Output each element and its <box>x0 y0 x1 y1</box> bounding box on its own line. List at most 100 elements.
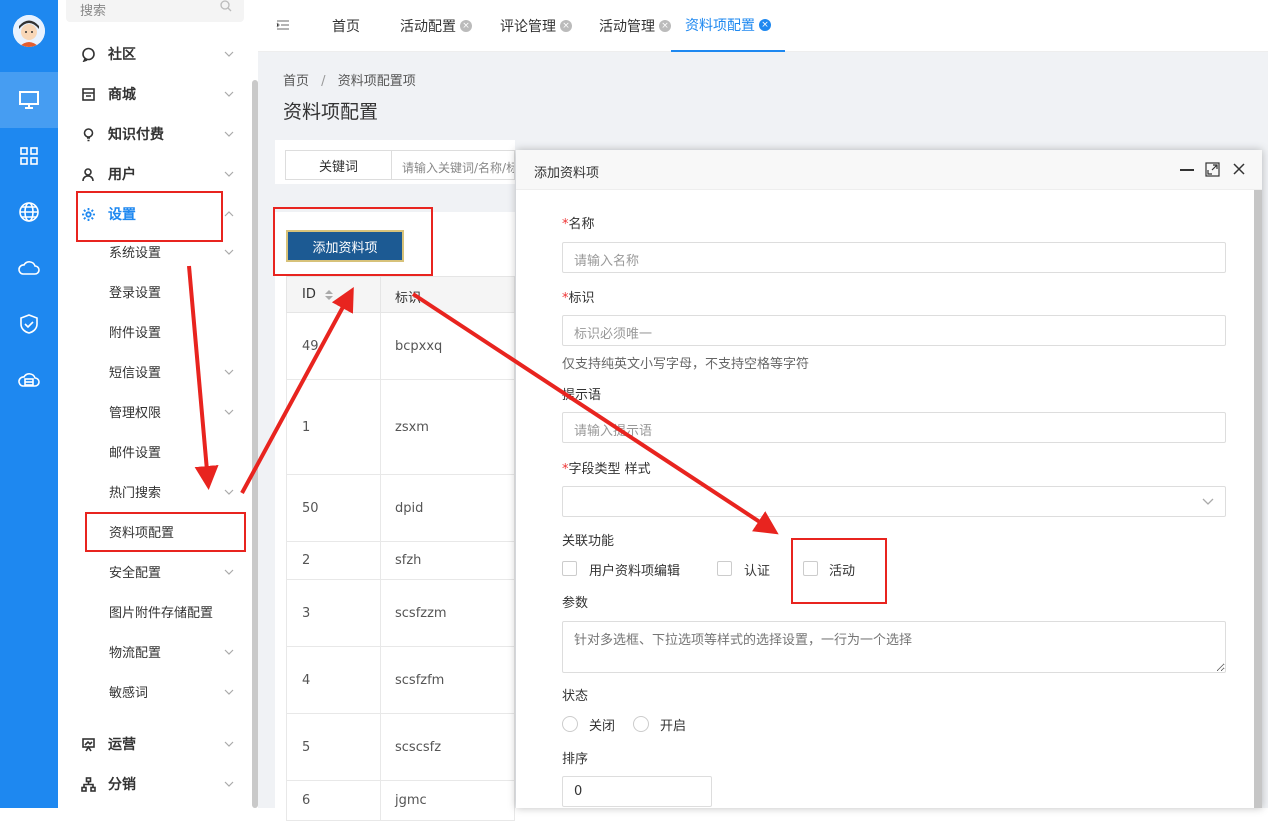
menu-search-input[interactable]: 搜索 <box>66 0 244 22</box>
key-input[interactable]: 标识必须唯一 <box>562 315 1226 346</box>
chevron-down-icon <box>1202 498 1214 505</box>
tab-2[interactable]: 评论管理 × <box>500 0 572 52</box>
close-icon[interactable] <box>1232 162 1246 176</box>
collapse-menu-icon[interactable] <box>276 18 290 36</box>
menu-item-3[interactable]: 用户 <box>58 154 248 194</box>
col-header-key: 标识 <box>395 291 422 306</box>
name-input[interactable]: 请输入名称 <box>562 242 1226 273</box>
name-label-text: 名称 <box>568 217 595 232</box>
menu-subitem-10[interactable]: 邮件设置 <box>58 431 248 471</box>
tab-0[interactable]: 首页 <box>332 0 360 52</box>
chat-icon <box>78 47 98 62</box>
cloud-icon[interactable] <box>0 240 58 296</box>
menu-subitem-label: 图片附件存储配置 <box>109 605 214 621</box>
chevron-down-icon <box>224 46 234 61</box>
breadcrumb-separator: / <box>321 74 326 89</box>
table-row[interactable]: 1 zsxm <box>286 380 515 475</box>
menu-subitem-label: 短信设置 <box>109 365 162 381</box>
assoc-option-auth: 认证 <box>744 564 771 579</box>
menu-item-label: 用户 <box>108 167 136 183</box>
menu-item-label: 商城 <box>108 87 136 103</box>
menu-item-17[interactable]: 运营 <box>58 724 248 764</box>
menu-subitem-label: 安全配置 <box>109 565 162 581</box>
type-label: *字段类型 样式 <box>562 458 651 477</box>
tab-close-icon[interactable]: × <box>560 20 572 32</box>
bulb-icon <box>78 127 98 142</box>
table-header: ID 标识 <box>286 276 515 313</box>
tab-4[interactable]: 资料项配置 × <box>671 0 785 52</box>
minimize-icon[interactable] <box>1180 169 1194 172</box>
table-row[interactable]: 5 scscsfz <box>286 714 515 781</box>
tab-1[interactable]: 活动配置 × <box>400 0 472 52</box>
breadcrumb-current: 资料项配置项 <box>337 74 416 89</box>
type-select[interactable] <box>562 486 1226 517</box>
menu-item-0[interactable]: 社区 <box>58 34 248 74</box>
menu-subitem-8[interactable]: 短信设置 <box>58 351 248 391</box>
menu-subitem-9[interactable]: 管理权限 <box>58 391 248 431</box>
tab-close-icon[interactable]: × <box>659 20 671 32</box>
grid-icon[interactable] <box>0 128 58 184</box>
tip-input[interactable]: 请输入提示语 <box>562 412 1226 443</box>
status-radio-on[interactable] <box>633 716 649 732</box>
assoc-checkbox-profile[interactable] <box>562 561 577 576</box>
chevron-down-icon <box>224 684 234 699</box>
tab-close-icon[interactable]: × <box>759 19 771 31</box>
cell-key: dpid <box>395 501 424 516</box>
menu-item-18[interactable]: 分销 <box>58 764 248 804</box>
tab-label: 活动配置 <box>400 19 456 35</box>
table-row[interactable]: 6 jgmc <box>286 781 515 821</box>
dialog-title: 添加资料项 <box>534 166 600 181</box>
sort-input[interactable]: 0 <box>562 776 712 807</box>
sort-icon[interactable] <box>324 289 334 301</box>
table-row[interactable]: 50 dpid <box>286 475 515 542</box>
menu-subitem-14[interactable]: 图片附件存储配置 <box>58 591 248 631</box>
monitor-icon[interactable] <box>0 72 58 128</box>
dialog-scrollbar[interactable] <box>1254 190 1262 808</box>
table-row[interactable]: 49 bcpxxq <box>286 313 515 380</box>
cell-id: 50 <box>302 501 319 516</box>
assoc-checkbox-auth[interactable] <box>717 561 732 576</box>
menu-item-2[interactable]: 知识付费 <box>58 114 248 154</box>
status-radio-off[interactable] <box>562 716 578 732</box>
menu-subitem-label: 管理权限 <box>109 405 162 421</box>
menu-subitem-13[interactable]: 安全配置 <box>58 551 248 591</box>
table-row[interactable]: 4 scsfzfm <box>286 647 515 714</box>
menu-subitem-15[interactable]: 物流配置 <box>58 631 248 671</box>
chevron-down-icon <box>224 244 234 259</box>
tab-label: 活动管理 <box>599 19 655 35</box>
hierarchy-icon <box>78 776 98 792</box>
chevron-down-icon <box>224 86 234 101</box>
cloud-server-icon[interactable] <box>0 352 58 408</box>
param-textarea[interactable] <box>562 621 1226 673</box>
globe-icon[interactable] <box>0 184 58 240</box>
tab-close-icon[interactable]: × <box>460 20 472 32</box>
cell-key: scsfzzm <box>395 606 447 621</box>
menu-item-label: 社区 <box>108 47 136 63</box>
annotation-box-add-button <box>273 207 433 276</box>
col-header-id[interactable]: ID <box>302 287 316 302</box>
table-row[interactable]: 3 scsfzzm <box>286 580 515 647</box>
side-menu: 搜索 社区 商城 知识付费 用户 设置 系统设置 登录设置 附件设置 短信设置 管理权限 邮件设置热… <box>58 0 258 808</box>
chevron-down-icon <box>224 736 234 751</box>
shield-icon[interactable] <box>0 296 58 352</box>
menu-subitem-7[interactable]: 附件设置 <box>58 311 248 351</box>
menu-subitem-6[interactable]: 登录设置 <box>58 271 248 311</box>
tab-3[interactable]: 活动管理 × <box>599 0 671 52</box>
key-hint: 仅支持纯英文小写字母，不支持空格等字符 <box>562 357 810 372</box>
menu-item-1[interactable]: 商城 <box>58 74 248 114</box>
menu-subitem-11[interactable]: 热门搜索 <box>58 471 248 511</box>
filter-bar: 关键词 请输入关键词/名称/标识 <box>275 140 515 184</box>
maximize-icon[interactable] <box>1205 162 1220 177</box>
tab-label: 首页 <box>332 19 360 35</box>
avatar[interactable] <box>13 15 45 47</box>
table-row[interactable]: 2 sfzh <box>286 542 515 580</box>
menu-subitem-label: 系统设置 <box>109 245 162 261</box>
assoc-option-profile: 用户资料项编辑 <box>589 564 681 579</box>
chevron-down-icon <box>224 404 234 419</box>
menu-subitem-16[interactable]: 敏感词 <box>58 671 248 711</box>
cell-id: 49 <box>302 339 319 354</box>
keyword-input[interactable]: 请输入关键词/名称/标识 <box>392 150 515 180</box>
menu-subitem-label: 热门搜索 <box>109 485 162 501</box>
sort-label: 排序 <box>562 752 589 767</box>
breadcrumb-home[interactable]: 首页 <box>283 74 309 89</box>
